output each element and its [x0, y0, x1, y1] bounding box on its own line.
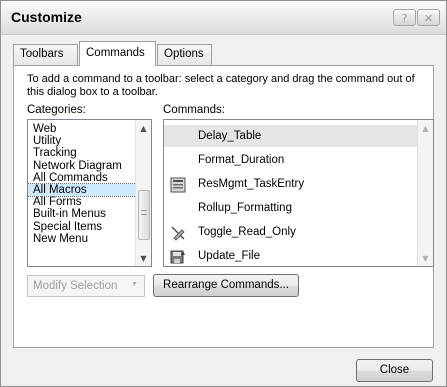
- command-item[interactable]: Update_File: [164, 245, 418, 266]
- help-button[interactable]: ?: [393, 9, 416, 26]
- dialog-title: Customize: [11, 9, 82, 25]
- category-item[interactable]: Special Items: [28, 221, 136, 233]
- command-label: Update_File: [198, 250, 261, 262]
- command-item[interactable]: Rollup_Formatting: [164, 197, 418, 219]
- modify-selection-label: Modify Selection: [33, 280, 118, 292]
- tab-commands-label: Commands: [86, 47, 145, 59]
- category-item[interactable]: All Commands: [28, 172, 136, 184]
- categories-scroll-thumb[interactable]: [138, 190, 150, 240]
- categories-scrollbar[interactable]: ▲ ▼: [135, 120, 151, 266]
- command-item[interactable]: ResMgmt_TaskEntry: [164, 173, 418, 195]
- categories-list[interactable]: Web Utility Tracking Network Diagram All…: [27, 119, 152, 267]
- close-icon[interactable]: ✕: [417, 9, 440, 26]
- command-label: Delay_Table: [198, 130, 262, 142]
- save-update-icon: [170, 250, 185, 264]
- command-label: Format_Duration: [198, 154, 285, 166]
- category-item[interactable]: Web: [28, 123, 136, 135]
- close-button-label: Close: [379, 364, 410, 376]
- commands-list[interactable]: Delay_Table Format_Duration ResMgmt_Task…: [163, 119, 434, 267]
- scroll-down-icon[interactable]: ▼: [418, 254, 433, 263]
- scroll-down-icon[interactable]: ▼: [136, 254, 151, 263]
- chevron-down-icon: ▼: [131, 281, 138, 288]
- scroll-up-icon[interactable]: ▲: [418, 124, 433, 133]
- commands-label: Commands:: [163, 104, 225, 116]
- tab-toolbars-label: Toolbars: [20, 48, 64, 60]
- close-button[interactable]: Close: [356, 359, 433, 382]
- categories-label: Categories:: [27, 104, 86, 116]
- category-item[interactable]: New Menu: [28, 233, 136, 245]
- category-item[interactable]: Utility: [28, 135, 136, 147]
- command-label: Toggle_Read_Only: [198, 226, 296, 238]
- tab-options[interactable]: Options: [157, 44, 212, 65]
- tab-toolbars[interactable]: Toolbars: [13, 44, 78, 65]
- command-label: ResMgmt_TaskEntry: [198, 178, 305, 190]
- category-item[interactable]: Network Diagram: [28, 160, 136, 172]
- category-item[interactable]: All Forms: [28, 196, 136, 208]
- command-item[interactable]: Toggle_Read_Only: [164, 221, 418, 243]
- customize-dialog: Customize ? ✕ Toolbars Commands Options …: [0, 0, 447, 387]
- rearrange-commands-label: Rearrange Commands...: [163, 279, 289, 291]
- rearrange-commands-button[interactable]: Rearrange Commands...: [153, 274, 299, 297]
- command-item-selected[interactable]: Delay_Table: [164, 125, 418, 147]
- command-item[interactable]: Format_Duration: [164, 149, 418, 171]
- modify-selection-dropdown[interactable]: Modify Selection ▼: [27, 275, 145, 297]
- category-item[interactable]: Built-in Menus: [28, 208, 136, 220]
- scroll-up-icon[interactable]: ▲: [136, 124, 151, 133]
- tab-options-label: Options: [164, 48, 204, 60]
- tab-commands[interactable]: Commands: [79, 41, 156, 66]
- form-icon: [170, 177, 186, 193]
- category-item-selected[interactable]: All Macros: [28, 182, 137, 198]
- commands-scrollbar[interactable]: ▲ ▼: [417, 120, 433, 266]
- pencil-slash-icon: [171, 226, 185, 241]
- category-item[interactable]: Tracking: [28, 147, 136, 159]
- instruction-text: To add a command to a toolbar: select a …: [27, 73, 415, 98]
- title-bar[interactable]: Customize ? ✕: [1, 1, 446, 35]
- command-label: Rollup_Formatting: [198, 202, 292, 214]
